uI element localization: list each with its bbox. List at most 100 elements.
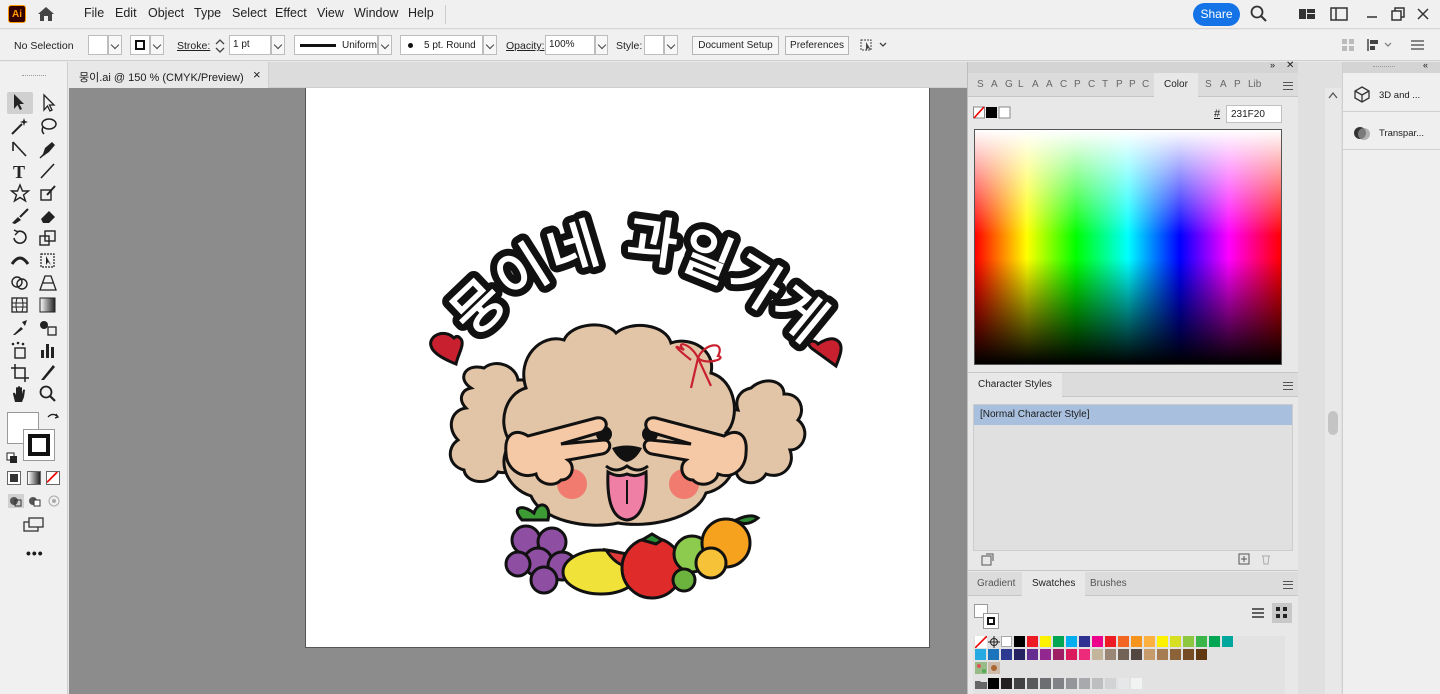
pattern-swatch-icon[interactable] bbox=[975, 662, 987, 674]
hex-input[interactable]: 231F20 bbox=[1226, 105, 1282, 123]
thumbnail-view-icon[interactable] bbox=[1272, 603, 1292, 623]
graphic-style-swatch[interactable] bbox=[644, 35, 664, 55]
minimize-icon[interactable] bbox=[1362, 4, 1382, 24]
list-item[interactable]: [Normal Character Style] bbox=[974, 405, 1292, 425]
rotate-tool-icon[interactable] bbox=[9, 228, 31, 248]
swatch[interactable] bbox=[1079, 678, 1090, 689]
variable-width-profile[interactable]: Uniform bbox=[294, 35, 378, 55]
hand-tool-icon[interactable] bbox=[9, 384, 31, 404]
fill-color-swatch[interactable] bbox=[88, 35, 108, 55]
shape-builder-tool-icon[interactable] bbox=[9, 273, 31, 293]
character-styles-menu-icon[interactable] bbox=[1283, 382, 1293, 390]
3d-panel-button[interactable]: 3D and ... bbox=[1343, 78, 1440, 112]
brush-definition[interactable]: 5 pt. Round bbox=[400, 35, 483, 55]
shaper-tool-icon[interactable] bbox=[37, 183, 59, 203]
swatch[interactable] bbox=[988, 678, 999, 689]
swatch[interactable] bbox=[1183, 636, 1194, 647]
fill-dropdown[interactable] bbox=[108, 35, 122, 55]
menu-effect[interactable]: Effect bbox=[275, 6, 307, 20]
swatch[interactable] bbox=[1105, 636, 1116, 647]
swatch[interactable] bbox=[1183, 649, 1194, 660]
swatch[interactable] bbox=[1196, 636, 1207, 647]
search-icon[interactable] bbox=[1249, 4, 1269, 24]
swatch[interactable] bbox=[1118, 649, 1129, 660]
artboard[interactable]: 뭉이네 과일가게 bbox=[305, 88, 930, 648]
scroll-thumb[interactable] bbox=[1328, 411, 1338, 435]
canvas-area[interactable]: 뭉이네 과일가게 bbox=[69, 88, 967, 694]
swatch[interactable] bbox=[1001, 649, 1012, 660]
align-icon[interactable] bbox=[1366, 37, 1396, 53]
lasso-tool-icon[interactable] bbox=[37, 116, 59, 136]
swatch[interactable] bbox=[1105, 649, 1116, 660]
tab-asset-export[interactable]: A bbox=[1046, 79, 1053, 90]
none-mode-icon[interactable] bbox=[46, 471, 60, 485]
swatch[interactable] bbox=[1053, 636, 1064, 647]
swatch[interactable] bbox=[1066, 678, 1077, 689]
tab-brushes[interactable]: Brushes bbox=[1090, 578, 1127, 589]
swatch[interactable] bbox=[1157, 649, 1168, 660]
line-tool-icon[interactable] bbox=[37, 161, 59, 181]
menu-view[interactable]: View bbox=[317, 6, 344, 20]
tab-layers[interactable]: L bbox=[1018, 79, 1024, 90]
draw-behind-icon[interactable] bbox=[27, 494, 43, 508]
vertical-scrollbar[interactable] bbox=[1325, 88, 1341, 694]
document-tab[interactable]: 뭉이.ai @ 150 % (CMYK/Preview) × bbox=[69, 62, 269, 88]
swatch[interactable] bbox=[1144, 649, 1155, 660]
swatch[interactable] bbox=[975, 649, 986, 660]
swatch[interactable] bbox=[1027, 678, 1038, 689]
type-tool-icon[interactable]: T bbox=[9, 161, 31, 182]
tab-gradient[interactable]: Gradient bbox=[977, 578, 1015, 589]
tab-character-styles[interactable]: Character Styles bbox=[968, 373, 1062, 397]
width-tool-icon[interactable] bbox=[9, 250, 31, 270]
arrange-documents-icon[interactable] bbox=[1297, 4, 1317, 24]
swatch[interactable] bbox=[1131, 636, 1142, 647]
document-setup-button[interactable]: Document Setup bbox=[692, 36, 779, 55]
swatch[interactable] bbox=[1196, 649, 1207, 660]
menu-file[interactable]: File bbox=[84, 6, 104, 20]
swatch[interactable] bbox=[1001, 636, 1012, 647]
expand-panels-icon[interactable]: « bbox=[1423, 60, 1428, 70]
gradient-tool-icon[interactable] bbox=[37, 295, 59, 315]
share-button[interactable]: Share bbox=[1193, 3, 1240, 26]
swatch[interactable] bbox=[1053, 649, 1064, 660]
menu-select[interactable]: Select bbox=[232, 6, 267, 20]
color-mode-icon[interactable] bbox=[7, 471, 21, 485]
swatch[interactable] bbox=[1092, 649, 1103, 660]
style-dropdown[interactable] bbox=[664, 35, 678, 55]
select-similar-icon[interactable] bbox=[859, 37, 887, 53]
swatch[interactable] bbox=[1170, 649, 1181, 660]
opacity-arrow[interactable] bbox=[595, 35, 608, 55]
home-icon[interactable] bbox=[36, 5, 56, 23]
stroke-color-swatch[interactable] bbox=[130, 35, 150, 55]
free-transform-tool-icon[interactable] bbox=[37, 250, 59, 270]
screen-mode-icon[interactable] bbox=[22, 517, 46, 533]
transparency-panel-button[interactable]: Transpar... bbox=[1343, 116, 1440, 150]
tab-artboards[interactable]: A bbox=[1220, 79, 1227, 90]
swatch[interactable] bbox=[1079, 636, 1090, 647]
menu-type[interactable]: Type bbox=[194, 6, 221, 20]
tab-swatches[interactable]: Swatches bbox=[1022, 572, 1086, 596]
dog-fruit-shop-artwork[interactable]: 뭉이네 과일가게 bbox=[306, 88, 931, 648]
swatch[interactable] bbox=[1092, 636, 1103, 647]
tab-paragraph[interactable]: P bbox=[1116, 79, 1123, 90]
mesh-tool-icon[interactable] bbox=[9, 295, 31, 315]
paintbrush-tool-icon[interactable] bbox=[9, 206, 31, 226]
stroke-dropdown[interactable] bbox=[150, 35, 164, 55]
zoom-tool-icon[interactable] bbox=[37, 384, 59, 404]
draw-inside-icon[interactable] bbox=[46, 494, 62, 508]
toolbar-grip[interactable] bbox=[22, 75, 46, 77]
symbol-sprayer-tool-icon[interactable] bbox=[9, 340, 31, 360]
tab-character[interactable]: C bbox=[1060, 79, 1067, 90]
swatch[interactable] bbox=[1157, 636, 1168, 647]
menu-edit[interactable]: Edit bbox=[115, 6, 137, 20]
swatch[interactable] bbox=[1118, 678, 1129, 689]
stroke-weight-dropdown[interactable] bbox=[271, 35, 285, 55]
workspace-icon[interactable] bbox=[1329, 4, 1349, 24]
slice-tool-icon[interactable] bbox=[37, 362, 59, 382]
tab-transparency[interactable]: T bbox=[1102, 79, 1108, 90]
tab-cc-libraries[interactable]: C bbox=[1142, 79, 1149, 90]
scale-tool-icon[interactable] bbox=[37, 228, 59, 248]
swatch-stroke-indicator[interactable] bbox=[983, 613, 999, 629]
tab-color[interactable]: Color bbox=[1154, 73, 1198, 97]
swatch[interactable] bbox=[1131, 678, 1142, 689]
